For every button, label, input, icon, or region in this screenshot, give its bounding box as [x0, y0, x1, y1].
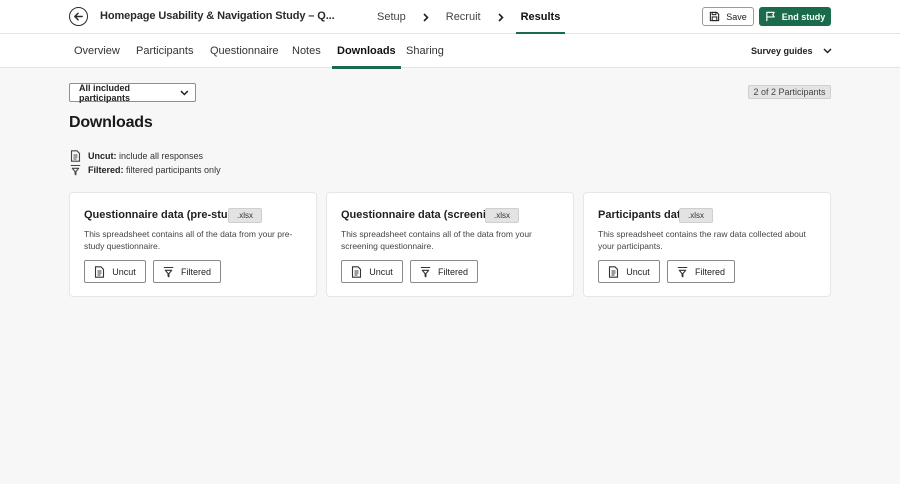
card-title: Questionnaire data (screening) — [341, 209, 503, 221]
tab-sharing[interactable]: Sharing — [406, 34, 444, 68]
uncut-label: Uncut — [112, 266, 136, 277]
file-extension-badge: .xlsx — [679, 208, 713, 223]
download-uncut-button[interactable]: Uncut — [84, 260, 146, 283]
chevron-right-icon — [423, 12, 429, 22]
participant-filter-value: All included participants — [79, 82, 131, 103]
filtered-label: Filtered — [694, 266, 725, 277]
file-extension-badge: .xlsx — [228, 208, 262, 223]
flag-icon — [765, 11, 775, 22]
card-description: This spreadsheet contains the raw data c… — [598, 229, 806, 251]
end-study-button[interactable]: End study — [759, 7, 831, 26]
download-uncut-button[interactable]: Uncut — [341, 260, 403, 283]
back-button[interactable] — [69, 7, 88, 26]
tab-downloads[interactable]: Downloads — [332, 34, 401, 69]
download-uncut-button[interactable]: Uncut — [598, 260, 660, 283]
download-filtered-button[interactable]: Filtered — [153, 260, 221, 283]
download-card-pre-study: Questionnaire data (pre-study) .xlsx Thi… — [69, 192, 317, 297]
page-title: Downloads — [69, 114, 153, 131]
survey-guides-label: Survey guides — [751, 46, 813, 56]
step-results[interactable]: Results — [515, 0, 566, 35]
card-title: Participants data — [598, 209, 687, 221]
download-card-participants: Participants data .xlsx This spreadsheet… — [583, 192, 831, 297]
save-icon — [710, 11, 720, 22]
step-setup[interactable]: Setup — [372, 0, 411, 34]
legend-uncut-text: include all responses — [116, 151, 204, 161]
study-title: Homepage Usability & Navigation Study – … — [100, 10, 335, 22]
participant-count-badge: 2 of 2 Participants — [748, 85, 831, 99]
download-filtered-button[interactable]: Filtered — [667, 260, 735, 283]
uncut-label: Uncut — [626, 266, 650, 277]
chevron-down-icon — [180, 90, 189, 95]
tab-overview[interactable]: Overview — [74, 34, 120, 68]
document-icon — [352, 265, 362, 278]
tab-notes[interactable]: Notes — [292, 34, 321, 68]
tab-bar: Overview Participants Questionnaire Note… — [0, 34, 900, 69]
top-bar: Homepage Usability & Navigation Study – … — [0, 0, 900, 35]
document-icon — [70, 150, 81, 162]
chevron-down-icon — [823, 48, 832, 54]
filtered-label: Filtered — [437, 266, 468, 277]
download-filtered-button[interactable]: Filtered — [410, 260, 478, 283]
arrow-left-icon — [74, 12, 83, 21]
save-label: Save — [726, 11, 747, 22]
legend-filtered-text: filtered participants only — [123, 165, 221, 175]
chevron-right-icon — [498, 12, 504, 22]
participant-filter-select[interactable]: All included participants — [69, 82, 196, 103]
filter-icon — [677, 266, 688, 277]
filter-icon — [70, 164, 81, 176]
end-study-label: End study — [781, 11, 826, 22]
filter-icon — [163, 266, 174, 277]
legend-filtered: Filtered: filtered participants only — [70, 164, 221, 176]
tab-questionnaire[interactable]: Questionnaire — [210, 34, 279, 68]
save-button[interactable]: Save — [702, 7, 754, 26]
filtered-label: Filtered — [180, 266, 211, 277]
document-icon — [609, 265, 619, 278]
uncut-label: Uncut — [369, 266, 393, 277]
survey-guides-dropdown[interactable]: Survey guides — [751, 34, 832, 68]
card-description: This spreadsheet contains all of the dat… — [341, 229, 532, 251]
tab-participants[interactable]: Participants — [136, 34, 193, 68]
step-recruit[interactable]: Recruit — [441, 0, 486, 34]
study-steps: Setup Recruit Results — [372, 0, 566, 35]
download-card-screening: Questionnaire data (screening) .xlsx Thi… — [326, 192, 574, 297]
document-icon — [95, 265, 105, 278]
legend-uncut-key: Uncut: — [88, 151, 117, 161]
card-title: Questionnaire data (pre-study) — [84, 209, 245, 221]
card-description: This spreadsheet contains all of the dat… — [84, 229, 293, 251]
filter-icon — [420, 266, 431, 277]
file-extension-badge: .xlsx — [485, 208, 519, 223]
legend-uncut: Uncut: include all responses — [70, 150, 203, 162]
legend-filtered-key: Filtered: — [88, 165, 124, 175]
